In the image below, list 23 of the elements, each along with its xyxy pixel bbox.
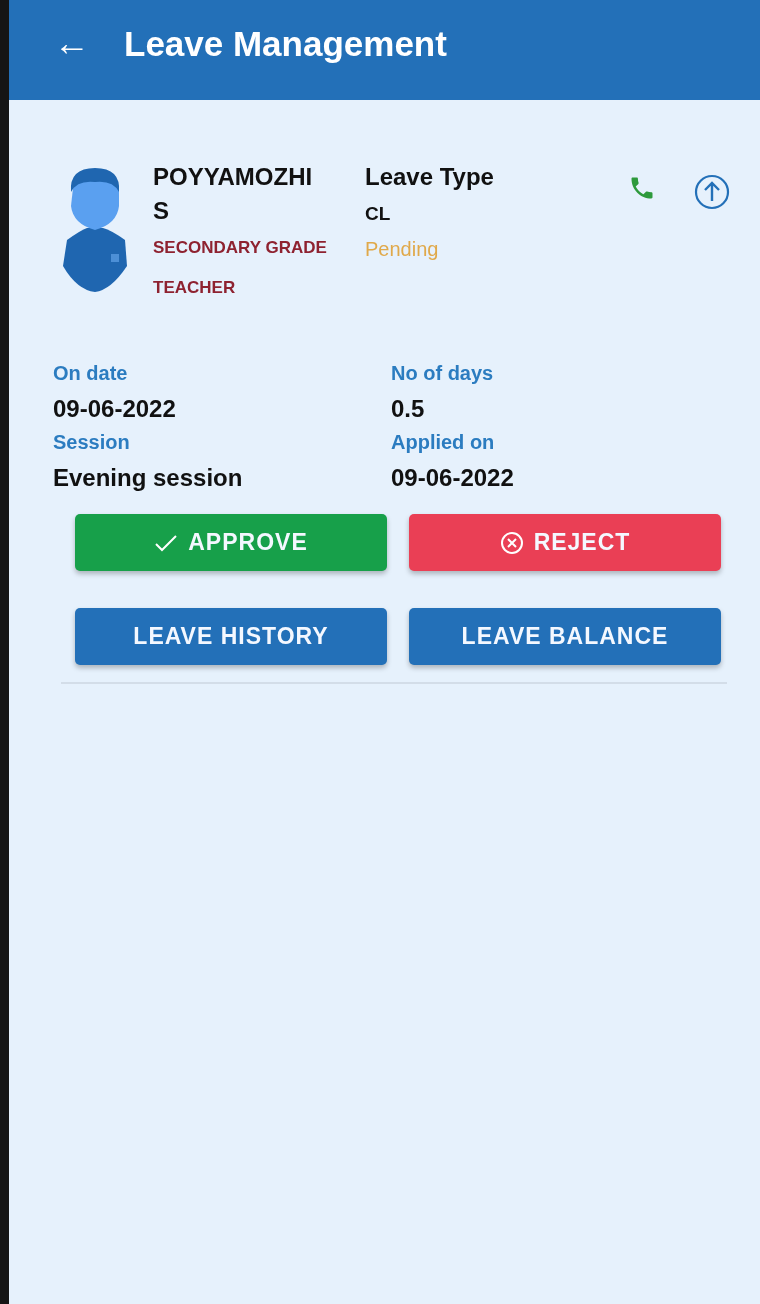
page-title: Leave Management bbox=[124, 24, 447, 64]
action-button[interactable]: LEAVE HISTORY bbox=[75, 608, 387, 665]
leave-type-value: CL bbox=[365, 202, 392, 226]
leave-type-label: Leave Type bbox=[365, 162, 495, 192]
person-avatar-icon bbox=[61, 166, 129, 292]
field-value: 09-06-2022 bbox=[391, 463, 515, 493]
upload-circle-icon[interactable] bbox=[694, 174, 730, 210]
leave-status: Pending bbox=[365, 237, 440, 262]
field-value: 09-06-2022 bbox=[53, 394, 177, 424]
field-label: Session bbox=[53, 430, 131, 455]
field-label: On date bbox=[53, 361, 129, 386]
check-icon bbox=[154, 532, 179, 553]
approve-button[interactable]: APPROVE bbox=[75, 514, 387, 571]
reject-button[interactable]: REJECT bbox=[409, 514, 721, 571]
employee-name: POYYAMOZHI S bbox=[153, 162, 314, 226]
back-arrow-icon[interactable]: ← bbox=[54, 25, 90, 61]
field-value: Evening session bbox=[53, 463, 244, 493]
action-button[interactable]: LEAVE BALANCE bbox=[409, 608, 721, 665]
employee-designation: SECONDARY GRADE TEACHER bbox=[153, 237, 328, 299]
field-value: 0.5 bbox=[391, 394, 426, 424]
cancel-circle-icon bbox=[499, 530, 524, 555]
field-label: Applied on bbox=[391, 430, 496, 455]
field-label: No of days bbox=[391, 361, 495, 386]
